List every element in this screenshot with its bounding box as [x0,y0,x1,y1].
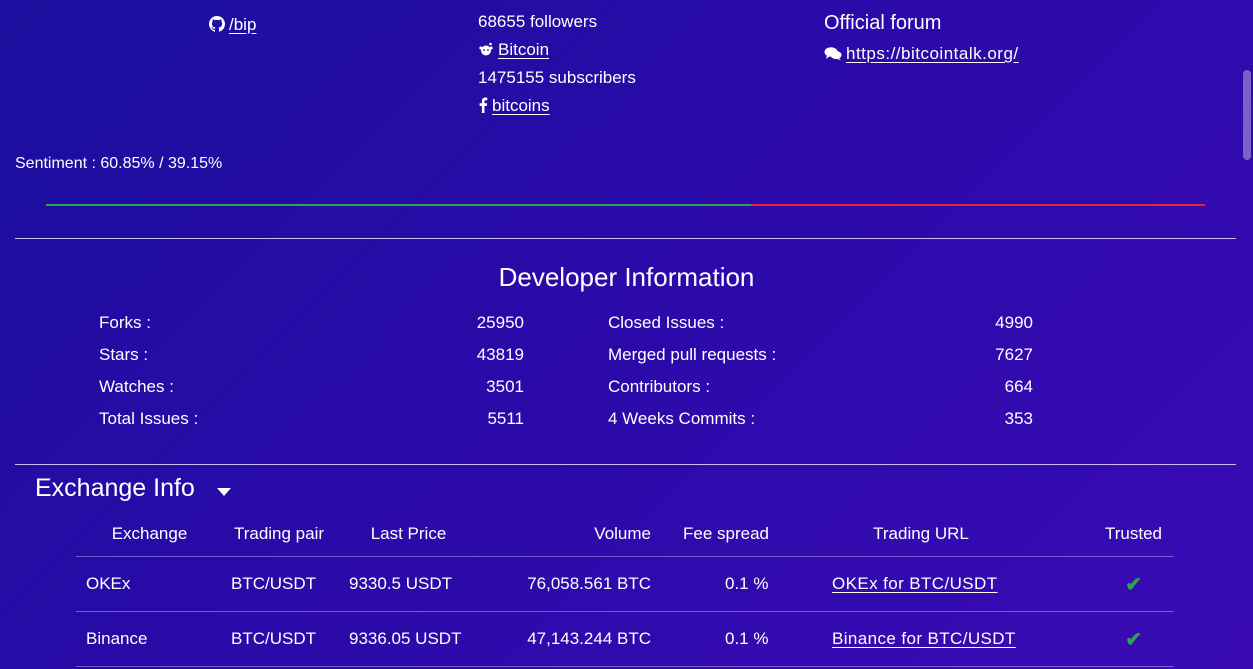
reddit-link-row[interactable]: Bitcoin [478,40,549,60]
facebook-link-row[interactable]: bitcoins [478,96,550,116]
dev-stat-label: Merged pull requests : [608,345,777,364]
column-header: Trading URL [800,512,1042,557]
exchange-name: OKEx [76,556,223,612]
dev-stat-label: Watches : [99,377,174,396]
dev-stat-value: 5511 [487,409,524,428]
column-header: Last Price [335,512,482,557]
github-icon [209,16,225,32]
exchange-info-title[interactable]: Exchange Info [35,474,195,503]
column-header: Fee spread [652,512,800,557]
dev-stat-value: 353 [1004,409,1033,428]
table-row: Binance BTC/USDT 9336.05 USDT 47,143.244… [76,611,1174,667]
developer-info-title: Developer Information [498,262,755,292]
exchange-table-header: Exchange Trading pair Last Price Volume … [76,512,1174,557]
dev-stat-value: 4990 [995,313,1033,332]
dev-stat-label: Contributors : [608,377,711,396]
caret-down-icon[interactable] [217,488,231,496]
trading-url-link[interactable]: Binance for BTC/USDT [832,629,1016,648]
fee-spread: 0.1 % [652,611,800,667]
dev-stat-value: 664 [1004,377,1033,396]
exchange-name: Binance [76,611,223,667]
dev-stat-label: Stars : [99,345,149,364]
trading-pair: BTC/USDT [223,611,335,667]
volume: 76,058.561 BTC [482,556,652,612]
dev-stat-label: 4 Weeks Commits : [608,409,756,428]
dev-stat-label: Total Issues : [99,409,199,428]
column-header: Exchange [76,512,223,557]
dev-stat-value: 25950 [476,313,524,332]
section-divider [15,464,1236,465]
column-header: Trading pair [223,512,335,557]
reddit-icon [478,41,494,57]
fee-spread: 0.1 % [652,556,800,612]
reddit-link[interactable]: Bitcoin [498,40,549,59]
check-icon: ✔ [1125,628,1142,651]
facebook-link[interactable]: bitcoins [492,96,550,115]
column-header: Trusted [1042,512,1174,557]
forum-link-row[interactable]: https://bitcointalk.org/ [824,44,1019,64]
exchange-table: Exchange Trading pair Last Price Volume … [76,512,1174,667]
check-icon: ✔ [1125,573,1142,596]
sentiment-positive-segment [46,204,752,206]
github-link-row[interactable]: /bip [209,15,256,35]
forum-link[interactable]: https://bitcointalk.org/ [846,44,1019,63]
volume: 47,143.244 BTC [482,611,652,667]
last-price: 9330.5 USDT [335,556,482,612]
last-price: 9336.05 USDT [335,611,482,667]
dev-stat-label: Closed Issues : [608,313,725,332]
forum-heading: Official forum [824,12,942,34]
trading-pair: BTC/USDT [223,556,335,612]
facebook-icon [478,97,488,113]
dev-stat-label: Forks : [99,313,151,332]
comments-icon [824,45,842,61]
trading-url-link[interactable]: OKEx for BTC/USDT [832,574,998,593]
scrollbar-thumb[interactable] [1243,70,1251,160]
dev-stat-value: 3501 [486,377,524,396]
sentiment-negative-segment [751,204,1205,206]
github-link[interactable]: /bip [229,15,256,34]
dev-stat-value: 43819 [476,345,524,364]
sentiment-text: Sentiment : 60.85% / 39.15% [15,155,223,172]
sentiment-bar [46,204,1205,206]
twitter-followers: 68655 followers [478,12,598,31]
column-header: Volume [482,512,652,557]
section-divider [15,238,1236,239]
table-row: OKEx BTC/USDT 9330.5 USDT 76,058.561 BTC… [76,556,1174,612]
dev-stat-value: 7627 [995,345,1033,364]
reddit-subscribers: 1475155 subscribers [478,68,636,87]
